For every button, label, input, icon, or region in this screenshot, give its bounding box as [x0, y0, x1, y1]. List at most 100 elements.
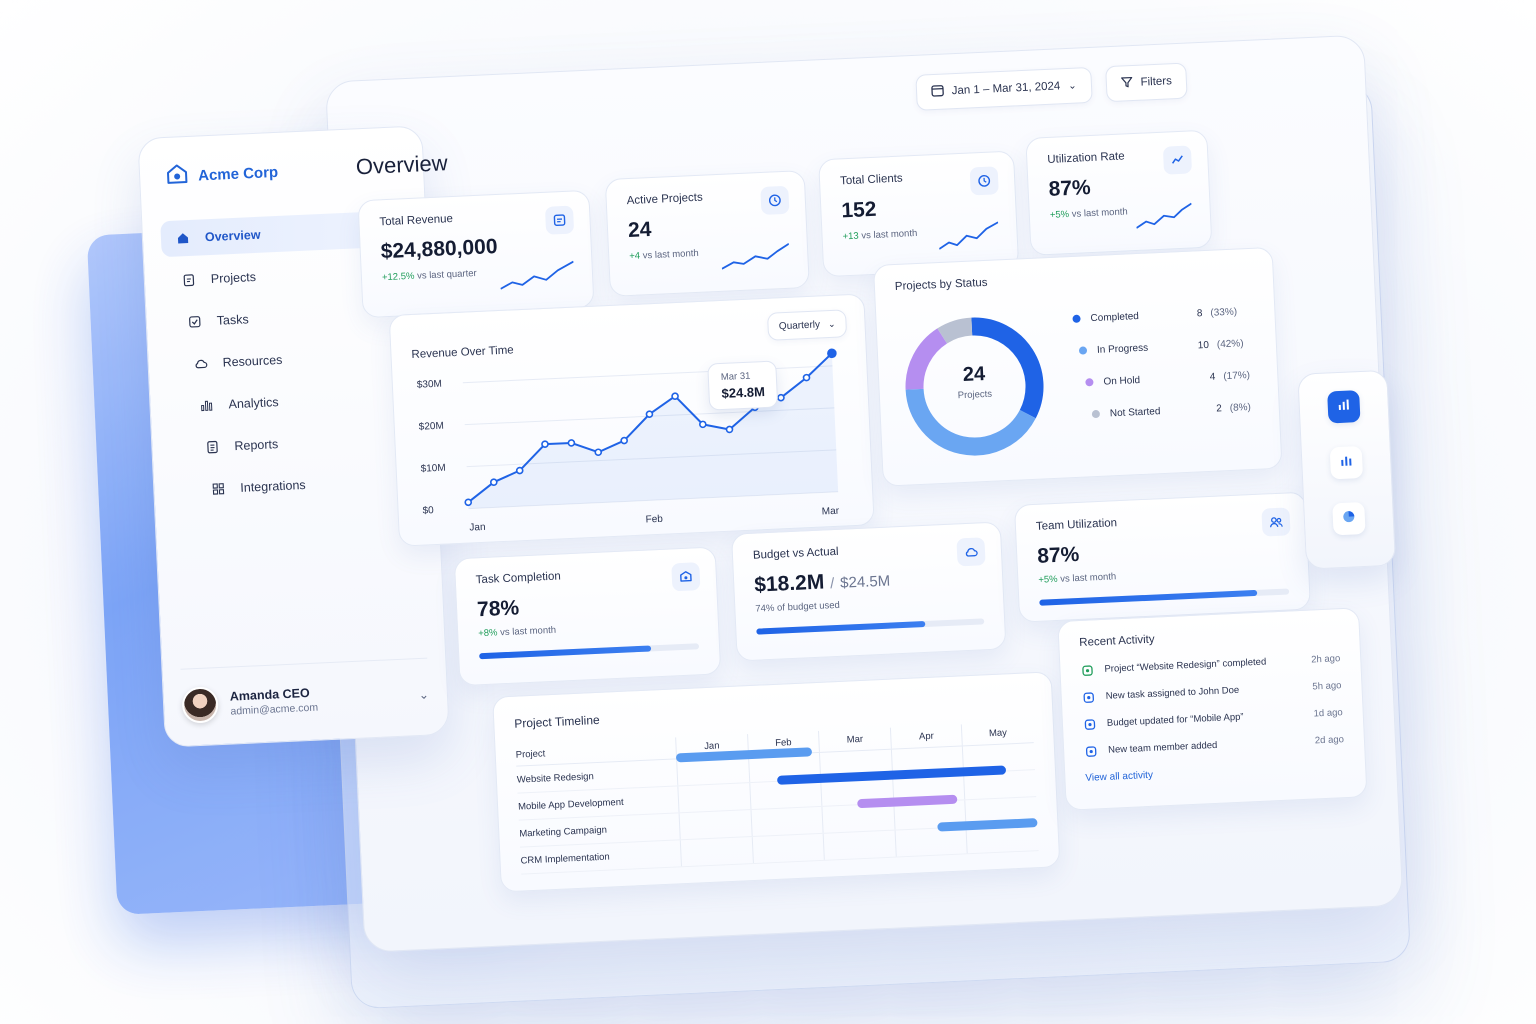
- activity-text: New task assigned to John Doe: [1105, 684, 1240, 702]
- task-value: 78%: [476, 596, 520, 622]
- kpi-delta-suffix: vs last quarter: [416, 267, 477, 282]
- legend-percent: (17%): [1223, 369, 1251, 382]
- task-progress: [479, 643, 700, 660]
- kpi-value: $24,880,000: [380, 235, 498, 264]
- view-all-activity-link[interactable]: View all activity: [1085, 770, 1153, 784]
- revenue-chart-card: Revenue Over Time Quarterly ⌄ $0 $10M $20M…: [388, 293, 875, 547]
- sidebar-item-label: Integrations: [240, 477, 306, 495]
- activity-time: 5h ago: [1312, 680, 1342, 693]
- sidebar-item-integrations[interactable]: Integrations: [196, 462, 420, 508]
- pie-chart-icon: [1341, 509, 1356, 529]
- x-tick-label: Jan: [469, 522, 486, 534]
- projects-by-status-card: Projects by Status 24 Projects Completed…: [872, 246, 1283, 487]
- timeline-cell: [821, 803, 895, 833]
- data-point[interactable]: [620, 436, 628, 445]
- legend-percent: (42%): [1216, 337, 1244, 350]
- budget-title: Budget vs Actual: [752, 545, 839, 562]
- filters-button[interactable]: Filters: [1104, 62, 1188, 103]
- column-chart-view-button[interactable]: [1329, 446, 1364, 480]
- task-icon: [1081, 690, 1096, 705]
- kpi-delta-value: +12.5%: [381, 270, 415, 284]
- sidebar-item-reports[interactable]: Reports: [190, 420, 418, 466]
- data-point[interactable]: [827, 348, 837, 359]
- recent-activity-card: Recent Activity Project “Website Redesig…: [1057, 607, 1368, 811]
- legend-item[interactable]: Not Started 2 (8%): [1091, 391, 1252, 430]
- budget-progress: [756, 618, 985, 635]
- user-menu[interactable]: Amanda CEO admin@acme.com ⌄: [180, 657, 430, 724]
- data-point[interactable]: [541, 440, 549, 448]
- sidebar-item-analytics[interactable]: Analytics: [184, 378, 416, 424]
- team-progress-fill: [1039, 589, 1257, 606]
- data-point[interactable]: [725, 425, 734, 434]
- donut-center: 24 Projects: [899, 360, 1051, 404]
- data-point[interactable]: [489, 478, 498, 487]
- avatar: [181, 686, 219, 724]
- timeline-cell: [822, 830, 896, 860]
- data-point[interactable]: [777, 393, 785, 402]
- sparkline: [938, 221, 999, 250]
- data-point[interactable]: [464, 498, 473, 507]
- check-circle-icon: [1080, 663, 1095, 678]
- users-icon: [1261, 507, 1291, 537]
- pie-chart-view-button[interactable]: [1332, 501, 1366, 536]
- kpi-delta-value: +5%: [1049, 209, 1070, 221]
- kpi-utilization-rate[interactable]: Utilization Rate 87% +5% vs last month: [1025, 129, 1213, 256]
- budget-vs-actual-card[interactable]: Budget vs Actual $18.2M / $24.5M 74% of …: [730, 521, 1007, 662]
- cloud-icon: [192, 355, 209, 372]
- cloud-icon: [956, 537, 986, 567]
- kpi-total-revenue[interactable]: Total Revenue $24,880,000 +12.5% vs last…: [357, 189, 595, 319]
- data-point[interactable]: [699, 420, 707, 429]
- kpi-delta-suffix: vs last month: [861, 227, 918, 242]
- sidebar-item-resources[interactable]: Resources: [178, 336, 414, 383]
- legend-count: 2: [1215, 402, 1223, 415]
- task-progress-fill: [479, 645, 651, 660]
- kpi-value: 24: [627, 218, 652, 243]
- legend-label: Completed: [1090, 310, 1140, 324]
- filter-icon: [1120, 76, 1133, 92]
- kpi-total-clients[interactable]: Total Clients 152 +13 vs last month: [818, 150, 1020, 278]
- kpi-value: 87%: [1048, 176, 1092, 201]
- bar-chart-icon: [1336, 397, 1351, 417]
- sidebar-item-label: Resources: [222, 352, 283, 370]
- status-legend: Completed 8 (33%) In Progress 10 (42%) On Hold…: [1072, 295, 1252, 431]
- data-point[interactable]: [671, 392, 679, 400]
- team-delta-suffix: vs last month: [1060, 571, 1117, 585]
- bar-chart-icon: [198, 397, 215, 414]
- legend-percent: (33%): [1210, 306, 1238, 319]
- y-tick-label: $10M: [420, 463, 445, 475]
- activity-time: 2d ago: [1314, 734, 1345, 747]
- chart-tooltip: Mar 31 $24.8M: [707, 360, 779, 411]
- sparkline: [500, 260, 574, 290]
- data-point[interactable]: [645, 410, 654, 418]
- y-tick-label: $0: [422, 505, 434, 517]
- team-progress: [1039, 588, 1290, 606]
- chevron-down-icon[interactable]: ⌄: [419, 688, 430, 702]
- data-point[interactable]: [515, 466, 524, 475]
- kpi-active-projects[interactable]: Active Projects 24 +4 vs last month: [604, 169, 810, 297]
- budget-total: $24.5M: [839, 572, 891, 592]
- legend-label: In Progress: [1096, 342, 1149, 356]
- revenue-line-chart: $0 $10M $20M $30M Jan Feb Mar: [417, 348, 840, 534]
- chevron-down-icon: ⌄: [1068, 80, 1077, 92]
- team-utilization-card[interactable]: Team Utilization 87% +5% vs last month: [1013, 491, 1311, 623]
- timeline-grid: Project Jan Feb Mar Apr May Website Redesign Mo…: [515, 721, 1039, 875]
- timeline-cell: [678, 810, 752, 840]
- kpi-delta-suffix: vs last month: [1071, 206, 1128, 220]
- activity-time: 1d ago: [1313, 707, 1343, 720]
- clipboard-icon: [181, 272, 198, 289]
- kpi-delta-value: +4: [629, 250, 641, 263]
- data-point[interactable]: [594, 448, 603, 457]
- series-area: [468, 353, 839, 509]
- home-icon: [175, 230, 192, 247]
- data-point[interactable]: [802, 373, 811, 382]
- legend-swatch: [1085, 378, 1094, 387]
- calendar-icon: [930, 84, 944, 101]
- donut-slice-not-started[interactable]: [937, 317, 973, 344]
- budget-actual: $18.2M: [753, 570, 825, 597]
- status-title: Projects by Status: [894, 276, 988, 294]
- task-completion-card[interactable]: Task Completion 78% +8% vs last month: [453, 546, 722, 687]
- data-point[interactable]: [567, 439, 576, 447]
- bar-chart-view-button[interactable]: [1327, 390, 1361, 424]
- activity-title: Recent Activity: [1078, 633, 1155, 650]
- legend-count: 10: [1197, 339, 1210, 351]
